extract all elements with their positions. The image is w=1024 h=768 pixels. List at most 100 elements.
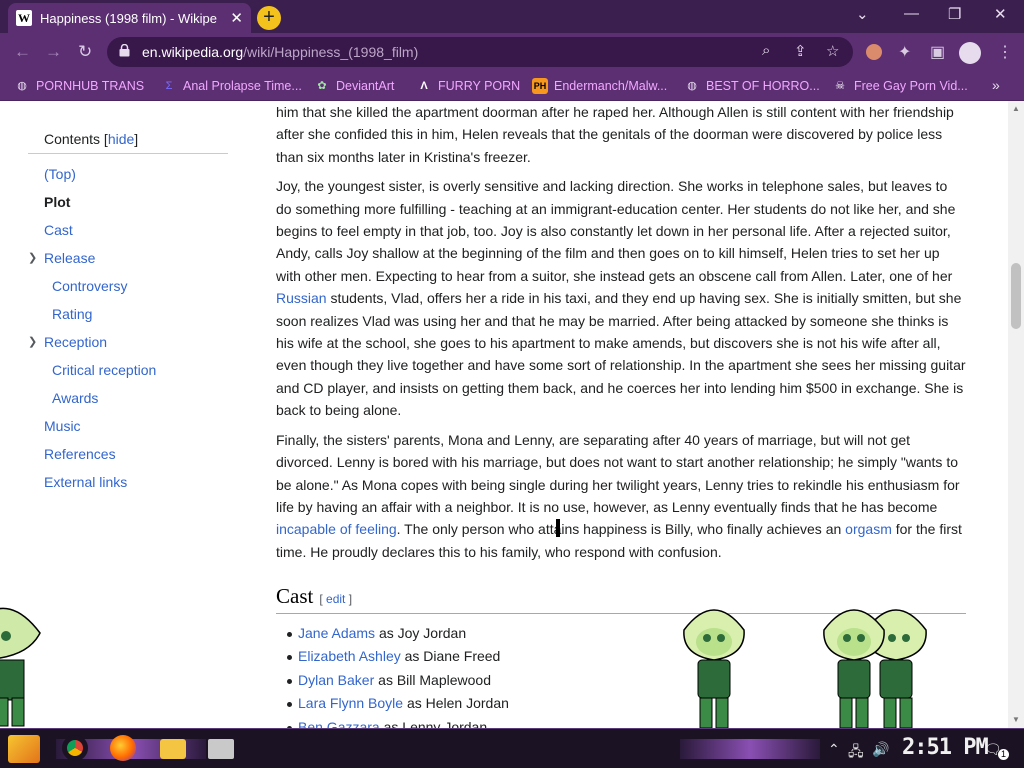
paragraph-text: students, Vlad, offers her a ride in his…: [276, 290, 966, 419]
extensions-puzzle-icon[interactable]: ✦: [898, 42, 911, 62]
extension-avatar-icon[interactable]: [866, 44, 882, 60]
paragraph-text: . The only person who attains happiness …: [396, 521, 846, 538]
actor-link[interactable]: Elizabeth Ashley: [298, 648, 401, 664]
mascot-character-icon: [683, 609, 745, 728]
bookmarks-overflow-icon[interactable]: »: [992, 77, 1000, 93]
actor-link[interactable]: Jane Adams: [298, 625, 375, 641]
file-explorer-icon[interactable]: [160, 739, 186, 759]
url-domain: en.wikipedia.org: [142, 44, 244, 60]
window-close-icon[interactable]: ✕: [994, 5, 1007, 23]
address-bar[interactable]: en.wikipedia.org/wiki/Happiness_(1998_fi…: [107, 37, 853, 67]
mascot-character-icon: [0, 607, 41, 727]
bookmark-item[interactable]: Λ FURRY PORN: [416, 78, 520, 94]
notification-count-badge: 1: [998, 749, 1009, 760]
tab-active[interactable]: W Happiness (1998 film) - Wikipe ✕: [8, 3, 251, 33]
chevron-down-icon[interactable]: ❯: [28, 328, 37, 356]
role-text: as Diane Freed: [400, 648, 501, 665]
toc-item-plot[interactable]: Plot: [28, 188, 228, 216]
bookmark-icon: Σ: [165, 80, 173, 92]
orgasm-link[interactable]: orgasm: [845, 521, 892, 537]
share-icon[interactable]: ⇪: [794, 42, 807, 60]
taskbar-band: [680, 739, 820, 759]
actor-link[interactable]: Lara Flynn Boyle: [298, 695, 403, 711]
toc-item-label: Release: [44, 250, 96, 266]
russian-link[interactable]: Russian: [276, 290, 327, 306]
bookmark-item[interactable]: ✿ DeviantArt: [314, 78, 394, 94]
scroll-down-icon[interactable]: ▼: [1012, 715, 1020, 724]
bookmark-item[interactable]: PH Endermanch/Malw...: [532, 78, 667, 94]
toc-item-label: Reception: [44, 334, 108, 350]
toc-item-references[interactable]: References: [28, 440, 228, 468]
url-path: /wiki/Happiness_(1998_film): [243, 44, 419, 60]
toc-item-music[interactable]: Music: [28, 412, 228, 440]
plot-paragraph: Finally, the sisters' parents, Mona and …: [276, 429, 966, 563]
role-text: as Bill Maplewood: [374, 671, 491, 688]
toc-item-release[interactable]: ❯ Release: [28, 244, 228, 272]
incapable-of-feeling-link[interactable]: incapable of feeling: [276, 521, 397, 537]
toc-item-critical-reception[interactable]: Critical reception: [28, 356, 228, 384]
chrome-icon[interactable]: [62, 735, 88, 761]
forward-icon[interactable]: →: [45, 42, 62, 62]
role-text: as Lenny Jordan: [379, 718, 488, 728]
skull-icon: ☠: [835, 80, 845, 92]
toc-hide-link[interactable]: hide: [108, 131, 134, 147]
paragraph-text: Finally, the sisters' parents, Mona and …: [276, 431, 960, 515]
bookmarks-bar: ◍ PORNHUB TRANS Σ Anal Prolapse Time... ✿ D…: [0, 71, 1024, 101]
text-cursor-icon: [556, 519, 560, 537]
toc-item-top[interactable]: (Top): [28, 160, 228, 188]
bookmark-label: DeviantArt: [336, 79, 395, 93]
volume-icon[interactable]: 🔊: [872, 741, 889, 758]
bookmark-item[interactable]: ◍ PORNHUB TRANS: [14, 78, 144, 94]
start-button[interactable]: [8, 735, 40, 763]
scroll-up-icon[interactable]: ▲: [1012, 104, 1020, 113]
edit-link[interactable]: edit: [326, 592, 345, 606]
bookmark-label: Free Gay Porn Vid...: [854, 79, 968, 93]
toc-item-rating[interactable]: Rating: [28, 300, 228, 328]
tab-close-icon[interactable]: ✕: [230, 9, 243, 27]
side-panel-icon[interactable]: ▣: [930, 42, 945, 62]
network-icon[interactable]: 🖧: [848, 741, 864, 765]
deviantart-icon: ✿: [317, 80, 327, 92]
scrollbar-thumb[interactable]: [1011, 263, 1021, 329]
toc-item-reception[interactable]: ❯ Reception: [28, 328, 228, 356]
bookmark-item[interactable]: Σ Anal Prolapse Time...: [161, 78, 302, 94]
back-icon[interactable]: ←: [14, 42, 31, 62]
actor-link[interactable]: Ben Gazzara: [298, 719, 380, 728]
paragraph-text: Joy, the youngest sister, is overly sens…: [276, 178, 956, 284]
restore-icon[interactable]: ❐: [948, 5, 961, 23]
bookmark-item[interactable]: ◍ BEST OF HORRO...: [684, 78, 820, 94]
actor-link[interactable]: Dylan Baker: [298, 672, 374, 688]
show-hidden-icons-icon[interactable]: ⌃: [828, 741, 840, 758]
clock[interactable]: 2:51 PM: [902, 735, 989, 760]
bookmark-item[interactable]: ☠ Free Gay Porn Vid...: [832, 78, 968, 94]
toc-item-awards[interactable]: Awards: [28, 384, 228, 412]
tab-search-chevron-icon[interactable]: ⌄: [856, 5, 869, 23]
vertical-scrollbar[interactable]: ▲ ▼: [1008, 101, 1024, 728]
chevron-down-icon[interactable]: ❯: [28, 244, 37, 272]
toc-title: Contents: [44, 131, 101, 147]
firefox-icon[interactable]: [110, 735, 136, 761]
new-tab-button[interactable]: +: [257, 6, 281, 30]
bookmark-label: Endermanch/Malw...: [554, 79, 668, 93]
toc-item-controversy[interactable]: Controversy: [28, 272, 228, 300]
bookmark-star-icon[interactable]: ☆: [826, 42, 839, 60]
bookmark-label: PORNHUB TRANS: [36, 79, 145, 93]
role-text: as Helen Jordan: [403, 695, 509, 712]
bookmark-label: BEST OF HORRO...: [706, 79, 820, 93]
menu-kebab-icon[interactable]: ⋮: [997, 42, 1013, 62]
plot-paragraph: Joy, the youngest sister, is overly sens…: [276, 175, 966, 421]
ph-icon: PH: [532, 78, 548, 94]
window-icon[interactable]: [208, 739, 234, 759]
plot-paragraph: him that she killed the apartment doorma…: [276, 104, 954, 165]
browser-toolbar: ← → ↻ en.wikipedia.org/wiki/Happiness_(1…: [0, 33, 1024, 71]
reload-icon[interactable]: ↻: [78, 42, 92, 62]
toc-item-cast[interactable]: Cast: [28, 216, 228, 244]
search-icon[interactable]: ⌕: [762, 42, 770, 59]
mascot-character-icon: [823, 609, 927, 728]
minimize-icon[interactable]: —: [904, 5, 919, 22]
bookmark-label: FURRY PORN: [438, 79, 521, 93]
toc-item-external-links[interactable]: External links: [28, 468, 228, 496]
url-text: en.wikipedia.org/wiki/Happiness_(1998_fi…: [142, 44, 418, 60]
profile-avatar[interactable]: [959, 42, 981, 64]
section-title: Cast: [276, 584, 314, 609]
